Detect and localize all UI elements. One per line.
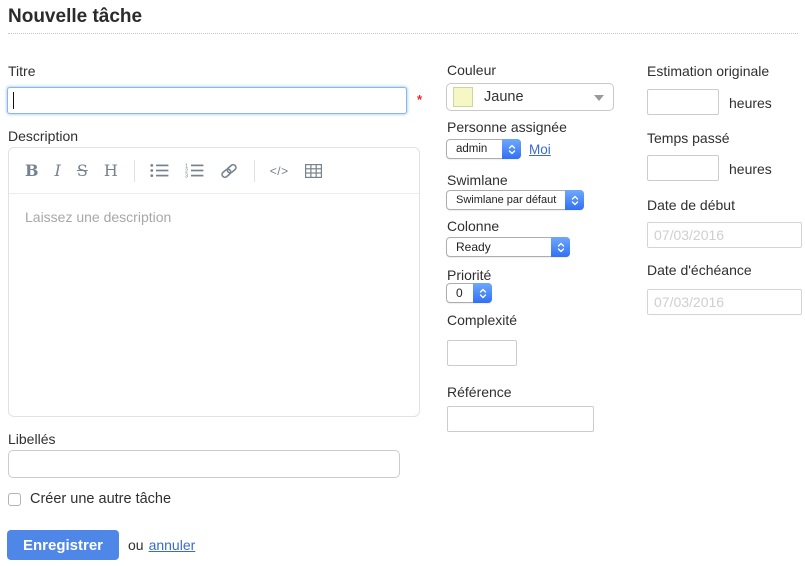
original-estimate-input[interactable] xyxy=(647,89,719,115)
form-actions: Enregistrer ou annuler xyxy=(7,530,195,560)
save-button[interactable]: Enregistrer xyxy=(7,530,119,560)
description-placeholder: Laissez une description xyxy=(25,209,171,225)
swimlane-label: Swimlane xyxy=(447,172,508,188)
table-button[interactable] xyxy=(305,164,322,178)
required-asterisk: * xyxy=(417,92,422,107)
assign-to-me-link[interactable]: Moi xyxy=(529,142,551,157)
labels-input[interactable] xyxy=(8,450,400,478)
color-dropdown[interactable]: Jaune xyxy=(446,83,614,111)
description-editor: B I S H 123 xyxy=(8,147,420,417)
priority-label: Priorité xyxy=(447,267,491,283)
due-date-input[interactable] xyxy=(647,289,802,315)
time-spent-input[interactable] xyxy=(647,155,719,181)
color-value: Jaune xyxy=(484,89,524,105)
editor-toolbar: B I S H 123 xyxy=(9,148,419,194)
page-title: Nouvelle tâche xyxy=(8,6,142,28)
strikethrough-button[interactable]: S xyxy=(77,163,88,179)
italic-button[interactable]: I xyxy=(55,163,61,179)
assignee-select[interactable]: admin xyxy=(446,139,521,159)
due-date-label: Date d'échéance xyxy=(647,262,752,278)
complexity-input[interactable] xyxy=(447,340,517,366)
or-text: ou xyxy=(128,537,144,553)
start-date-input[interactable] xyxy=(647,222,802,248)
reference-input[interactable] xyxy=(447,406,594,432)
labels-label: Libellés xyxy=(8,431,55,447)
color-swatch-yellow xyxy=(453,87,473,107)
priority-select[interactable]: 0 xyxy=(446,283,492,303)
unordered-list-button[interactable] xyxy=(150,163,169,178)
toolbar-divider xyxy=(254,160,255,182)
new-task-form-page: Nouvelle tâche Titre * Description B I S… xyxy=(0,0,805,566)
original-estimate-label: Estimation originale xyxy=(647,63,769,79)
original-estimate-unit: heures xyxy=(729,95,772,111)
assignee-label: Personne assignée xyxy=(447,119,567,135)
text-caret xyxy=(13,92,14,109)
create-another-row: Créer une autre tâche xyxy=(8,491,171,507)
select-stepper-icon xyxy=(473,283,492,303)
select-stepper-icon xyxy=(565,190,584,210)
header-divider xyxy=(8,33,798,34)
select-stepper-icon xyxy=(551,237,570,257)
time-spent-label: Temps passé xyxy=(647,130,729,146)
column-value: Ready xyxy=(447,240,515,254)
svg-text:3: 3 xyxy=(185,174,188,178)
heading-button[interactable]: H xyxy=(104,163,118,179)
complexity-label: Complexité xyxy=(447,312,517,328)
assignee-row: admin Moi xyxy=(446,139,551,159)
reference-label: Référence xyxy=(447,384,512,400)
ordered-list-button[interactable]: 123 xyxy=(185,163,204,178)
unordered-list-icon xyxy=(150,163,169,178)
create-another-checkbox[interactable] xyxy=(8,493,21,506)
color-label: Couleur xyxy=(447,62,496,78)
title-label: Titre xyxy=(8,63,35,79)
code-button[interactable]: </> xyxy=(270,165,289,177)
link-button[interactable] xyxy=(220,162,238,180)
title-input[interactable] xyxy=(7,87,407,114)
table-icon xyxy=(305,164,322,178)
chevron-down-icon xyxy=(594,95,604,106)
toolbar-divider xyxy=(134,160,135,182)
bold-button[interactable]: B xyxy=(25,163,39,179)
create-another-label[interactable]: Créer une autre tâche xyxy=(30,491,171,507)
description-textarea[interactable]: Laissez une description xyxy=(9,194,419,242)
start-date-label: Date de début xyxy=(647,197,735,213)
link-icon xyxy=(220,162,238,180)
time-spent-unit: heures xyxy=(729,161,772,177)
swimlane-value: Swimlane par défaut xyxy=(447,194,580,206)
description-label: Description xyxy=(8,128,78,144)
column-select[interactable]: Ready xyxy=(446,237,570,257)
cancel-link[interactable]: annuler xyxy=(149,537,196,553)
swimlane-select[interactable]: Swimlane par défaut xyxy=(446,190,584,210)
select-stepper-icon xyxy=(502,139,521,159)
ordered-list-icon: 123 xyxy=(185,163,204,178)
column-label: Colonne xyxy=(447,218,499,234)
